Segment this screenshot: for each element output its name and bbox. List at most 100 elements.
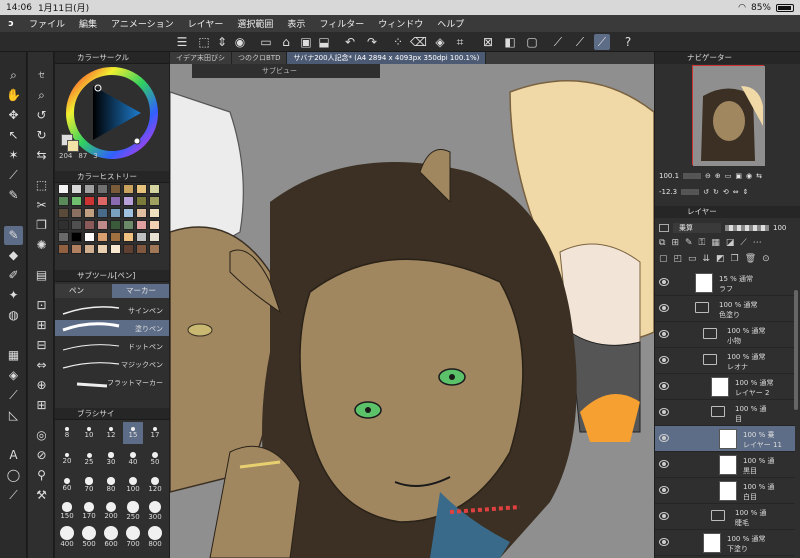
layer-row[interactable]: 100 % 通目 — [655, 400, 795, 426]
brush-item[interactable]: フラットマーカー — [55, 374, 169, 390]
color-swatch[interactable] — [136, 196, 147, 206]
fill-icon[interactable]: ◈ — [432, 34, 448, 50]
brush-size-item[interactable]: 500 — [79, 526, 99, 548]
move-tool-icon[interactable]: ✥ — [4, 106, 23, 125]
new-vector-icon[interactable]: ◰ — [674, 254, 683, 266]
snap-ruler-icon[interactable]: ⟋ — [550, 34, 566, 50]
correction-tool-icon[interactable]: ⟋ — [4, 486, 23, 505]
open-folder-icon[interactable]: ⌂ — [278, 34, 294, 50]
expand-icon[interactable]: ⊞ — [32, 316, 51, 335]
brush-size-item[interactable]: 60 — [57, 474, 77, 496]
crop-small-icon[interactable]: ⊡ — [32, 296, 51, 315]
brush-size-item[interactable]: 12 — [101, 422, 121, 444]
color-swatch[interactable] — [110, 244, 121, 254]
flip-h-icon[interactable]: ⇔ — [32, 356, 51, 375]
color-swatch[interactable] — [58, 208, 69, 218]
color-swatch[interactable] — [71, 208, 82, 218]
new-raster-icon[interactable]: ▢ — [659, 254, 668, 266]
snap-special-icon[interactable]: ⟋ — [594, 34, 610, 50]
brush-size-item[interactable]: 200 — [101, 500, 121, 522]
brush-size-item[interactable]: 170 — [79, 500, 99, 522]
color-swatch[interactable] — [58, 244, 69, 254]
layer-row[interactable]: 100 % 乗レイヤー 11 — [655, 426, 795, 452]
color-swatch[interactable] — [149, 220, 160, 230]
sub-color-chip[interactable] — [67, 140, 79, 152]
brush-size-item[interactable]: 20 — [57, 448, 77, 470]
layer-row[interactable]: 15 % 通常 ラフ — [655, 270, 795, 296]
reset-icon[interactable]: ◉ — [746, 172, 752, 180]
color-swatch[interactable] — [149, 208, 160, 218]
operation-tool-icon[interactable]: ↖ — [4, 126, 23, 145]
color-swatch[interactable] — [84, 220, 95, 230]
transform-small-icon[interactable]: ⊞ — [32, 396, 51, 415]
color-swatch[interactable] — [97, 244, 108, 254]
color-swatch[interactable] — [71, 220, 82, 230]
color-swatch[interactable] — [123, 208, 134, 218]
zoom-in-icon[interactable]: ⊕ — [715, 172, 721, 180]
brush-size-item[interactable]: 30 — [101, 448, 121, 470]
brush-size-item[interactable]: 25 — [79, 448, 99, 470]
delete-icon[interactable]: 🗑 — [745, 254, 756, 266]
opacity-slider[interactable] — [725, 225, 769, 231]
brush-size-item[interactable]: 120 — [145, 474, 165, 496]
menu-dots-icon[interactable]: ⋯ — [753, 238, 762, 250]
menu-edit[interactable]: 編集 — [72, 17, 104, 30]
lock-icon[interactable]: ⚿ — [699, 238, 706, 250]
square-icon[interactable]: ◧ — [502, 34, 518, 50]
help-icon[interactable]: ? — [620, 34, 636, 50]
clip-icon[interactable]: ⧉ — [659, 238, 665, 250]
brush-size-item[interactable]: 700 — [123, 526, 143, 548]
color-swatch[interactable] — [84, 244, 95, 254]
eyedropper-icon[interactable]: ⟋ — [4, 166, 23, 185]
duplicate-icon[interactable]: ❐ — [731, 254, 739, 266]
color-swatch[interactable] — [97, 196, 108, 206]
brush-size-item[interactable]: 17 — [145, 422, 165, 444]
menu-view[interactable]: 表示 — [280, 17, 312, 30]
gradient-tool-icon[interactable]: ▦ — [4, 346, 23, 365]
new-file-icon[interactable]: ⬚ — [196, 34, 212, 50]
magic-wand-icon[interactable]: ✶ — [4, 146, 23, 165]
rotate-ccw-icon[interactable]: ↺ — [703, 188, 709, 196]
brush-item[interactable]: サインペン — [55, 302, 169, 318]
reference-icon[interactable]: ⊕ — [32, 376, 51, 395]
color-swatch[interactable] — [136, 244, 147, 254]
color-swatch[interactable] — [149, 232, 160, 242]
layer-row[interactable]: 100 % 通白目 — [655, 478, 795, 504]
transform-icon[interactable]: ⌗ — [452, 34, 468, 50]
redo-icon[interactable]: ↷ — [364, 34, 380, 50]
flip-horizontal-icon[interactable]: ⇔ — [733, 188, 739, 196]
menu-selection[interactable]: 選択範囲 — [230, 17, 280, 30]
color-swatch[interactable] — [58, 196, 69, 206]
layer-row[interactable]: 100 % 通常 色塗り — [655, 296, 795, 322]
cut-icon[interactable]: ✂ — [32, 196, 51, 215]
color-swatch[interactable] — [58, 220, 69, 230]
color-history-grid[interactable] — [58, 184, 168, 254]
color-swatch[interactable] — [123, 184, 134, 194]
fit-icon[interactable]: ▭ — [725, 172, 732, 180]
brush-item[interactable]: ドットペン — [55, 338, 169, 354]
eye-icon[interactable] — [659, 382, 669, 390]
color-swatch[interactable] — [97, 208, 108, 218]
layer-color-icon[interactable] — [659, 224, 669, 232]
marker-tool-icon[interactable]: ✎ — [4, 226, 23, 245]
eyedrop-icon[interactable]: ⟋ — [740, 238, 746, 250]
main-color-swatch[interactable] — [4, 518, 23, 537]
layer-row[interactable]: 100 % 通常 小物 — [655, 322, 795, 348]
mask-add-icon[interactable]: ◩ — [716, 254, 725, 266]
layer-row[interactable]: 100 % 通常 レオナ — [655, 348, 795, 374]
camera-icon[interactable]: ◉ — [232, 34, 248, 50]
color-swatch[interactable] — [110, 232, 121, 242]
color-wheel[interactable] — [65, 66, 159, 160]
menu-filter[interactable]: フィルター — [312, 17, 371, 30]
color-swatch[interactable] — [97, 220, 108, 230]
flip-icon[interactable]: ⇆ — [32, 146, 51, 165]
eye-icon[interactable] — [659, 512, 669, 520]
pen-tool-icon[interactable]: ✎ — [4, 186, 23, 205]
brush-item[interactable]: マジックペン — [55, 356, 169, 372]
color-swatch[interactable] — [110, 220, 121, 230]
color-swatch[interactable] — [136, 208, 147, 218]
eye-icon[interactable] — [659, 330, 669, 338]
draft-icon[interactable]: ✎ — [685, 238, 693, 250]
color-swatch[interactable] — [136, 220, 147, 230]
brush-item[interactable]: 塗りペン — [55, 320, 169, 336]
